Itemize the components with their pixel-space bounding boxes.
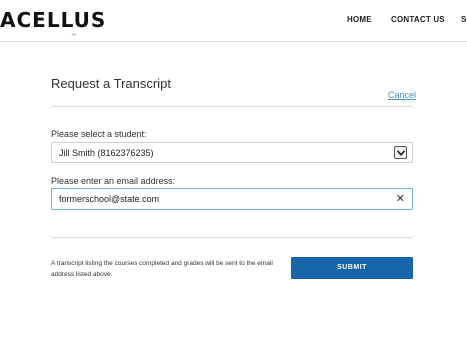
transcript-note: A transcript listing the courses complet…	[51, 260, 273, 278]
student-select-value: Jill Smith (8162376235)	[59, 148, 154, 158]
student-select[interactable]: Jill Smith (8162376235)	[51, 142, 413, 163]
submit-button[interactable]: SUBMIT	[291, 257, 413, 279]
nav-contact-link[interactable]: CONTACT US	[391, 15, 445, 24]
email-field-label: Please enter an email address:	[51, 176, 176, 186]
email-field-value: formerschool@state.com	[59, 194, 160, 204]
nav-home-link[interactable]: HOME	[347, 15, 372, 24]
divider	[51, 237, 413, 238]
logo-trademark: ™	[71, 33, 76, 39]
close-icon[interactable]: ✕	[396, 193, 405, 205]
cancel-link[interactable]: Cancel	[388, 90, 416, 100]
chevron-down-icon[interactable]	[394, 146, 407, 159]
email-field[interactable]: formerschool@state.com ✕	[51, 188, 413, 210]
page-title: Request a Transcript	[51, 76, 171, 91]
nav-partial-link[interactable]: S	[461, 15, 467, 24]
student-select-label: Please select a student:	[51, 129, 147, 139]
divider	[51, 106, 413, 107]
acellus-logo[interactable]: ACELLUS	[0, 8, 106, 32]
site-header: ACELLUS ™ HOME CONTACT US S	[0, 0, 467, 42]
